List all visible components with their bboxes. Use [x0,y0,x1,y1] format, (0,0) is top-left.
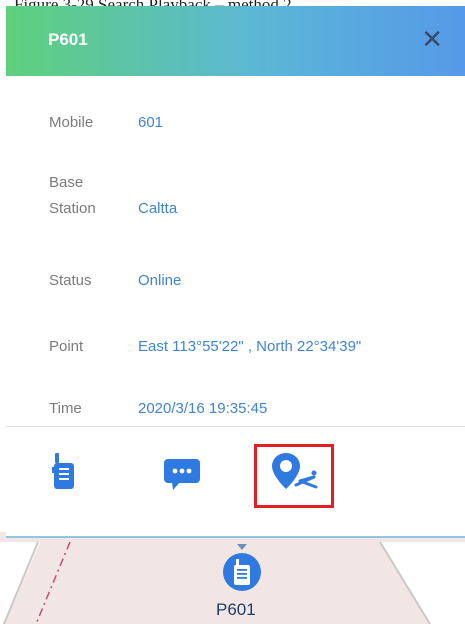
popup-bottom-edge [6,532,465,538]
point-value: East 113°55'22" , North 22°34'39" [138,338,362,355]
close-icon[interactable]: ✕ [421,24,443,54]
action-bar [6,427,465,532]
device-marker-icon[interactable] [222,552,262,597]
popup-title: P601 [48,30,88,49]
mobile-value: 601 [138,114,164,131]
status-value: Online [138,272,182,289]
time-value: 2020/3/16 19:35:45 [138,400,268,417]
device-info-panel: Mobile 601 Base Station Caltta Status On… [6,76,465,426]
point-label: Point [49,338,84,355]
status-label: Status [49,272,92,289]
walkie-talkie-icon[interactable] [52,451,76,496]
mobile-label: Mobile [49,114,94,131]
popup-header: P601 ✕ [6,6,465,76]
time-label: Time [49,400,82,417]
base-station-label-line1: Base [49,174,84,191]
base-station-value: Caltta [138,200,178,217]
map-marker-label: P601 [216,600,256,619]
base-station-label-line2: Station [49,200,96,217]
highlight-box [254,444,334,508]
message-icon[interactable] [162,457,202,496]
